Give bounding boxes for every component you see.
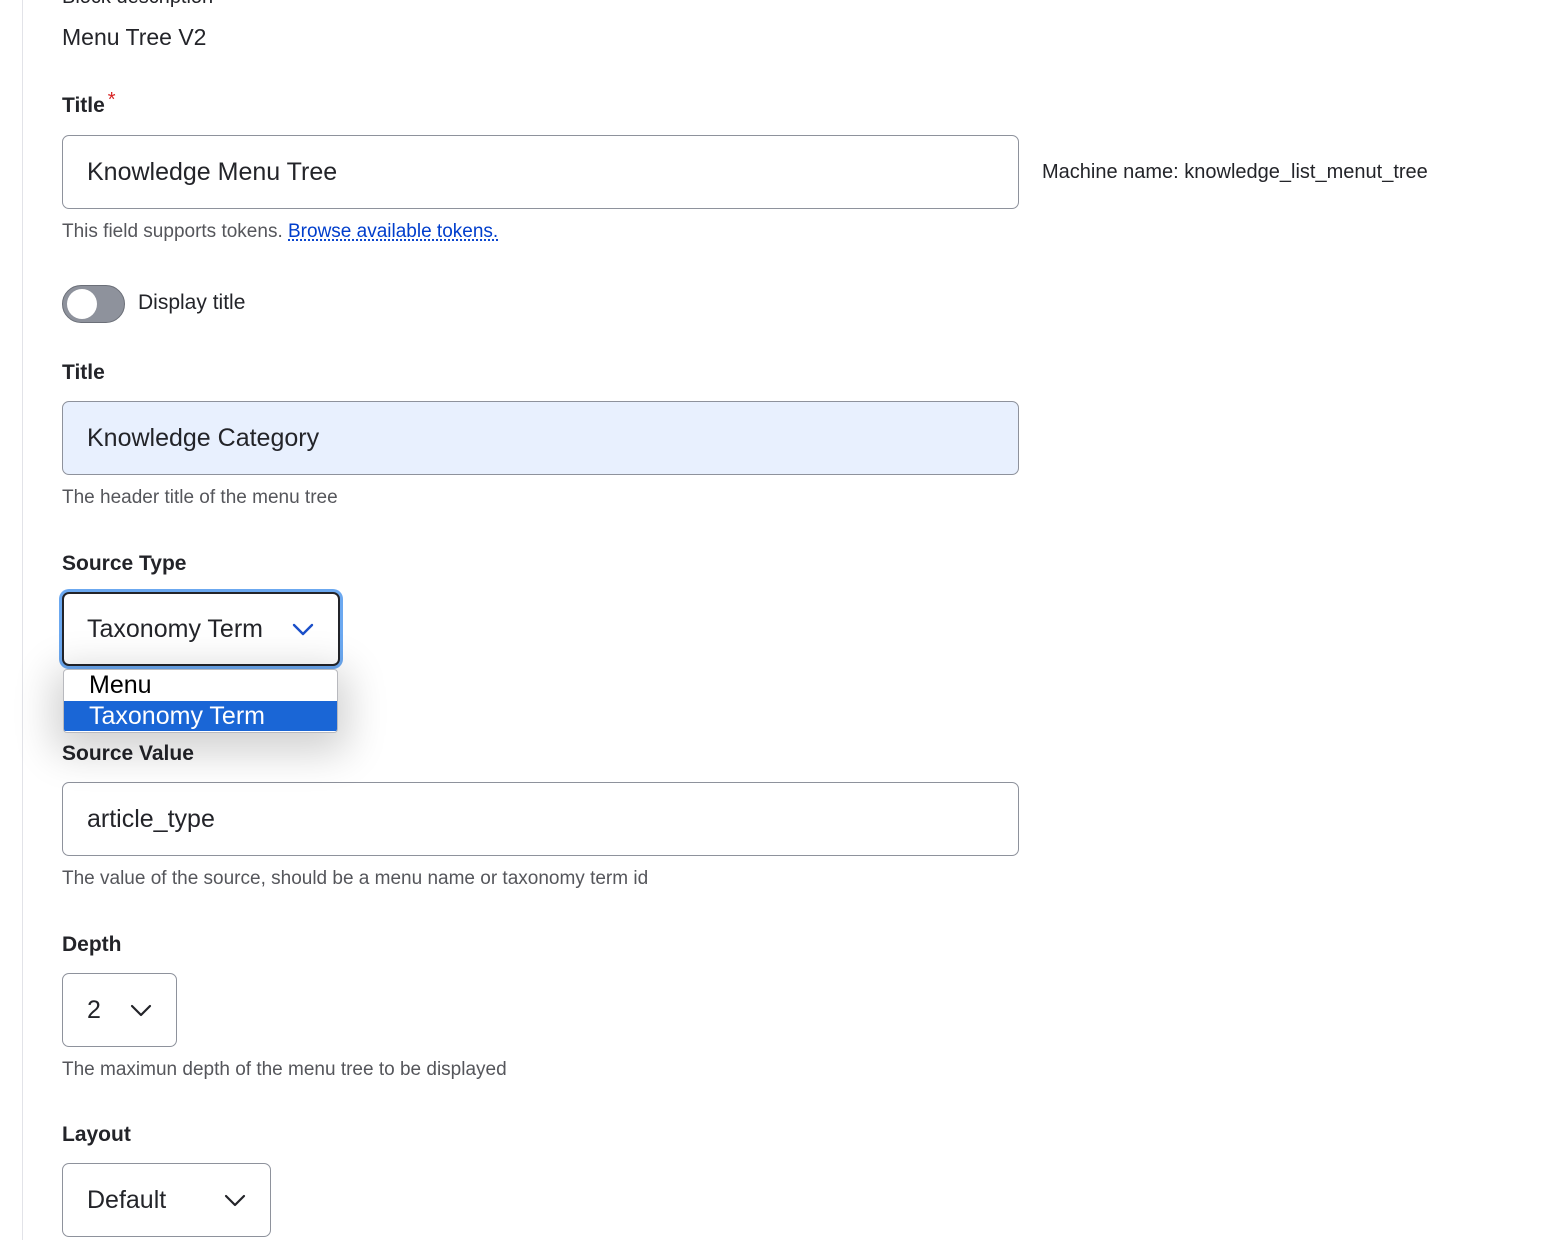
toggle-knob xyxy=(67,289,97,319)
title-help: This field supports tokens. Browse avail… xyxy=(62,221,498,243)
option-menu[interactable]: Menu xyxy=(64,670,337,700)
layout-label: Layout xyxy=(62,1123,131,1146)
depth-select[interactable]: 2 xyxy=(62,973,177,1047)
title-help-text: This field supports tokens. xyxy=(62,221,283,242)
display-title-label: Display title xyxy=(138,291,246,314)
depth-value: 2 xyxy=(87,996,101,1024)
header-title-help: The header title of the menu tree xyxy=(62,487,338,508)
block-description-label: Block description xyxy=(62,0,213,9)
chevron-down-icon xyxy=(224,1194,246,1207)
block-name: Menu Tree V2 xyxy=(62,24,207,50)
title-label-text: Title xyxy=(62,94,105,117)
source-type-select[interactable]: Taxonomy Term xyxy=(62,592,340,666)
machine-name: Machine name: knowledge_list_menut_tree xyxy=(1042,161,1428,183)
depth-label: Depth xyxy=(62,933,122,956)
header-title-label: Title xyxy=(62,361,105,384)
depth-help: The maximun depth of the menu tree to be… xyxy=(62,1059,507,1080)
source-value-input[interactable] xyxy=(62,782,1019,856)
source-value-help: The value of the source, should be a men… xyxy=(62,868,649,889)
title-label: Title * xyxy=(62,89,116,118)
option-taxonomy-term[interactable]: Taxonomy Term xyxy=(64,701,337,731)
source-type-options: Menu Taxonomy Term xyxy=(63,669,338,733)
layout-select[interactable]: Default xyxy=(62,1163,271,1237)
source-type-value: Taxonomy Term xyxy=(87,615,263,643)
browse-tokens-link[interactable]: Browse available tokens. xyxy=(288,221,498,242)
header-title-input[interactable] xyxy=(62,401,1019,475)
source-type-label: Source Type xyxy=(62,552,187,575)
required-marker: * xyxy=(107,89,116,111)
layout-value: Default xyxy=(87,1186,167,1214)
left-border xyxy=(22,0,23,1240)
chevron-down-icon xyxy=(130,1004,152,1017)
source-value-label: Source Value xyxy=(62,742,194,765)
display-title-toggle[interactable] xyxy=(62,285,125,323)
chevron-down-icon xyxy=(292,623,314,636)
title-input[interactable] xyxy=(62,135,1019,209)
